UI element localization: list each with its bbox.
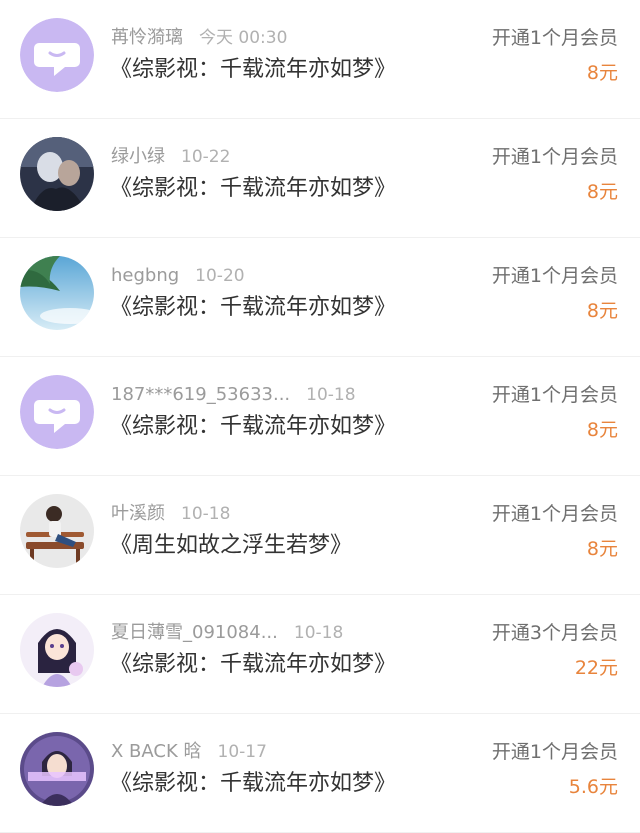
price: 5.6元 xyxy=(568,776,618,798)
book-title[interactable]: 《综影视：千载流年亦如梦》 xyxy=(110,650,396,680)
timestamp: 10-22 xyxy=(181,147,231,167)
timestamp: 10-18 xyxy=(293,623,344,643)
avatar-default-chat-icon[interactable] xyxy=(20,375,94,449)
list-item[interactable]: X BACK 晗 10-17 《综影视：千载流年亦如梦》 开通1个月会员 5.6元 xyxy=(0,714,640,833)
item-meta: 苒怜漪璃 今天 00:30 xyxy=(111,26,287,50)
book-title[interactable]: 《综影视：千载流年亦如梦》 xyxy=(110,174,396,204)
timestamp: 今天 00:30 xyxy=(199,28,288,48)
membership-plan: 开通1个月会员 xyxy=(491,384,618,406)
membership-plan: 开通1个月会员 xyxy=(491,741,618,763)
avatar-illustration-bench[interactable] xyxy=(20,494,94,568)
book-title[interactable]: 《综影视：千载流年亦如梦》 xyxy=(110,293,396,323)
user-name[interactable]: 苒怜漪璃 xyxy=(111,26,183,50)
membership-plan: 开通1个月会员 xyxy=(491,27,618,49)
user-name[interactable]: hegbng xyxy=(111,264,179,288)
book-title[interactable]: 《周生如故之浮生若梦》 xyxy=(110,531,352,561)
membership-plan: 开通3个月会员 xyxy=(491,622,618,644)
item-meta: X BACK 晗 10-17 xyxy=(111,740,267,764)
avatar-illustration-purple-portrait[interactable] xyxy=(20,732,94,806)
timestamp: 10-17 xyxy=(217,742,267,762)
avatar-photo-palm-sky[interactable] xyxy=(20,256,94,330)
book-title[interactable]: 《综影视：千载流年亦如梦》 xyxy=(110,769,396,799)
user-name[interactable]: 绿小绿 xyxy=(111,145,165,169)
price: 8元 xyxy=(586,62,618,84)
membership-plan: 开通1个月会员 xyxy=(491,503,618,525)
user-name[interactable]: 叶溪颜 xyxy=(111,502,165,526)
avatar-default-chat-icon[interactable] xyxy=(20,18,94,92)
price: 8元 xyxy=(586,538,618,560)
user-name[interactable]: X BACK 晗 xyxy=(111,740,202,764)
price: 22元 xyxy=(574,657,618,679)
list-item[interactable]: 绿小绿 10-22 《综影视：千载流年亦如梦》 开通1个月会员 8元 xyxy=(0,119,640,238)
timestamp: 10-18 xyxy=(306,385,356,405)
item-meta: 夏日薄雪_091084... 10-18 xyxy=(111,621,343,645)
price: 8元 xyxy=(586,181,618,203)
book-title[interactable]: 《综影视：千载流年亦如梦》 xyxy=(110,412,396,442)
price: 8元 xyxy=(586,419,618,441)
list-item[interactable]: hegbng 10-20 《综影视：千载流年亦如梦》 开通1个月会员 8元 xyxy=(0,238,640,357)
item-meta: hegbng 10-20 xyxy=(111,264,245,288)
list-item[interactable]: 夏日薄雪_091084... 10-18 《综影视：千载流年亦如梦》 开通3个月会… xyxy=(0,595,640,714)
list-item[interactable]: 苒怜漪璃 今天 00:30 《综影视：千载流年亦如梦》 开通1个月会员 8元 xyxy=(0,0,640,119)
timestamp: 10-20 xyxy=(195,266,245,286)
item-meta: 叶溪颜 10-18 xyxy=(111,502,230,526)
avatar-illustration-anime-girl[interactable] xyxy=(20,613,94,687)
membership-purchase-list: 苒怜漪璃 今天 00:30 《综影视：千载流年亦如梦》 开通1个月会员 8元 绿小… xyxy=(0,0,640,833)
item-meta: 绿小绿 10-22 xyxy=(111,145,230,169)
user-name[interactable]: 夏日薄雪_091084... xyxy=(111,621,278,645)
item-meta: 187***619_53633... 10-18 xyxy=(111,383,356,407)
user-name[interactable]: 187***619_53633... xyxy=(111,383,290,407)
timestamp: 10-18 xyxy=(181,504,231,524)
membership-plan: 开通1个月会员 xyxy=(491,146,618,168)
price: 8元 xyxy=(586,300,618,322)
avatar-photo-people[interactable] xyxy=(20,137,94,211)
list-item[interactable]: 187***619_53633... 10-18 《综影视：千载流年亦如梦》 开通… xyxy=(0,357,640,476)
membership-plan: 开通1个月会员 xyxy=(491,265,618,287)
list-item[interactable]: 叶溪颜 10-18 《周生如故之浮生若梦》 开通1个月会员 8元 xyxy=(0,476,640,595)
book-title[interactable]: 《综影视：千载流年亦如梦》 xyxy=(110,55,396,85)
